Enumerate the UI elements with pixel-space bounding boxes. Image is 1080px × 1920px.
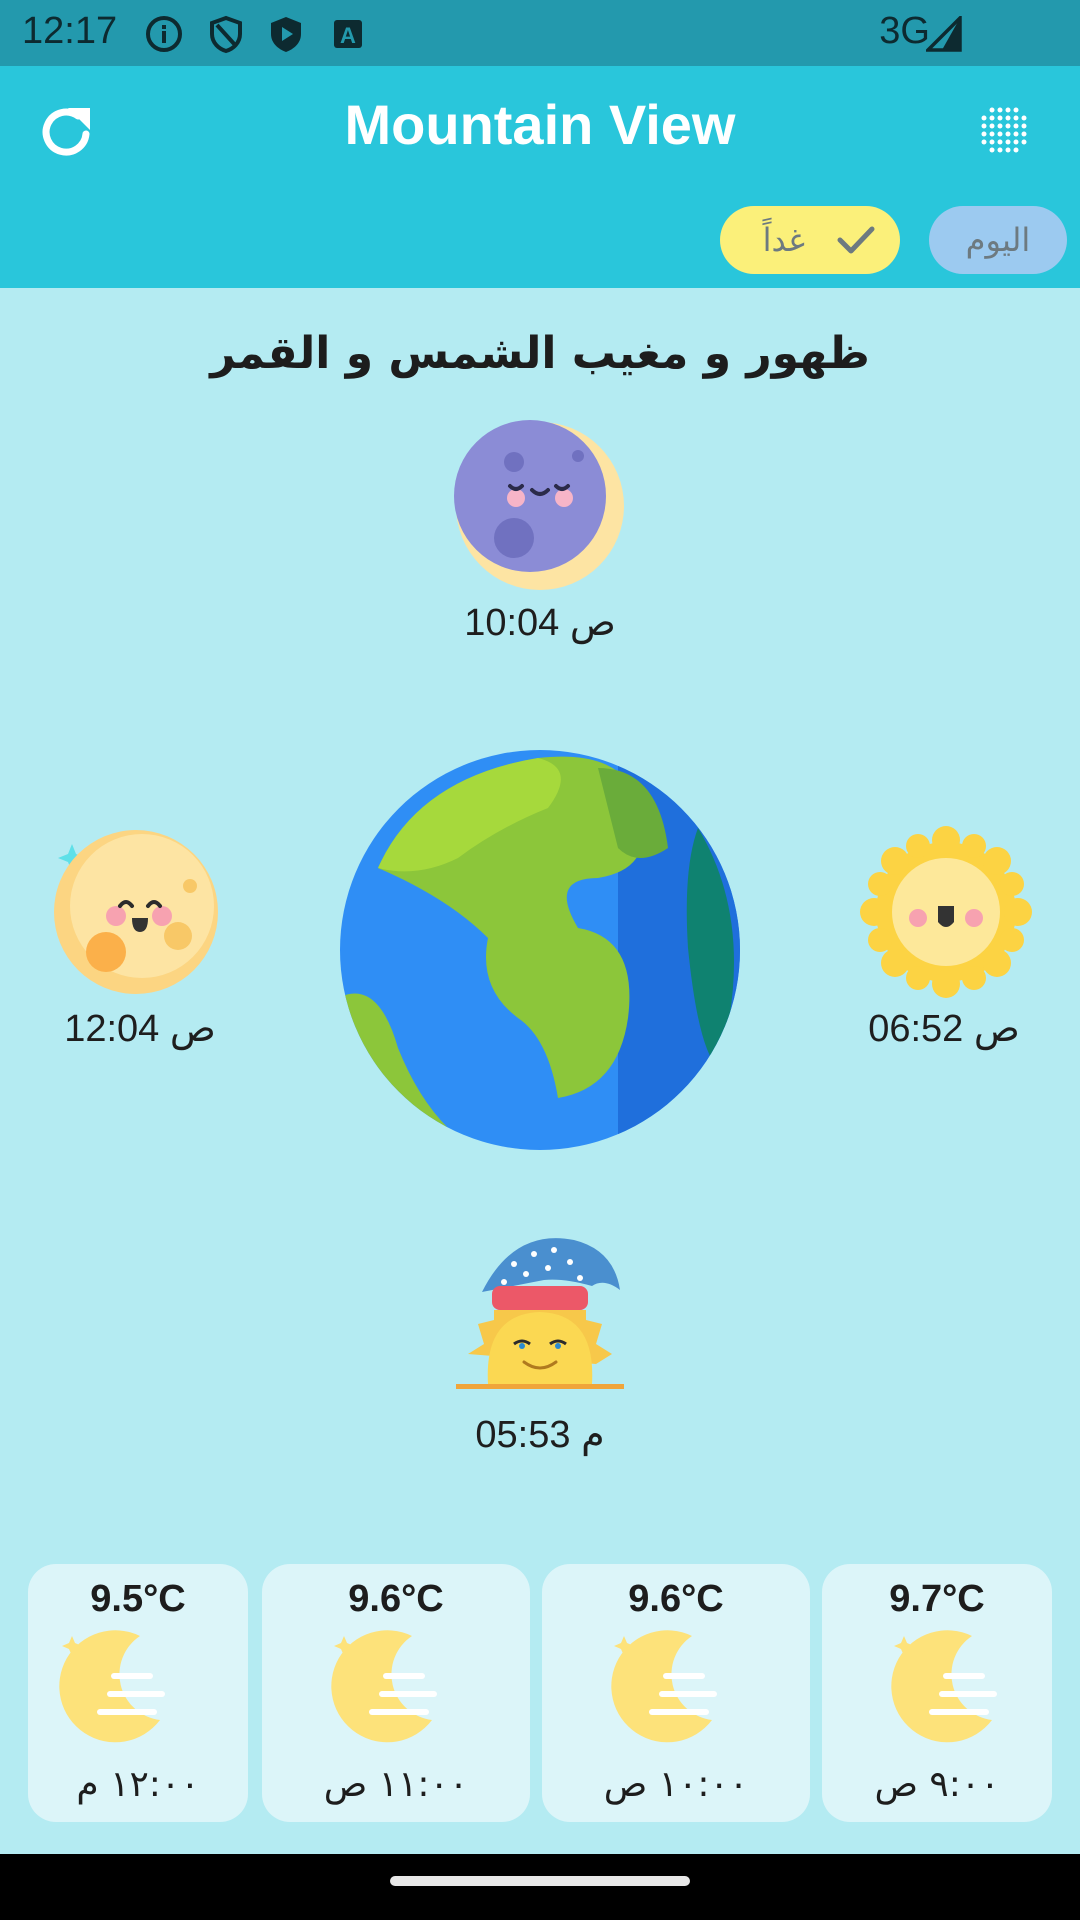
navigation-bar bbox=[0, 1854, 1080, 1920]
forecast-card[interactable]: 9.7°C ٩:٠٠ ص bbox=[822, 1564, 1052, 1822]
check-icon bbox=[837, 226, 875, 254]
sunset-time: 05:53 م bbox=[475, 1414, 605, 1456]
shield-icon bbox=[210, 15, 242, 54]
home-indicator[interactable] bbox=[390, 1876, 690, 1886]
status-time: 12:17 bbox=[22, 10, 118, 52]
forecast-time: ١١:٠٠ ص bbox=[323, 1764, 469, 1805]
night-moon-icon bbox=[59, 1630, 165, 1743]
section-title: ظهور و مغيب الشمس و القمر bbox=[210, 328, 870, 379]
earth-icon bbox=[340, 750, 740, 1150]
svg-text:A: A bbox=[340, 23, 356, 48]
night-moon-icon bbox=[331, 1630, 437, 1743]
sunrise-time: 06:52 ص bbox=[868, 1008, 1020, 1050]
app-bar: Mountain View غداً اليوم bbox=[0, 66, 1080, 288]
text-a-icon: A bbox=[334, 20, 362, 48]
tab-today[interactable]: اليوم bbox=[929, 206, 1067, 274]
forecast-temp: 9.7°C bbox=[889, 1578, 985, 1620]
sunset-sun-icon bbox=[456, 1238, 624, 1389]
forecast-temp: 9.6°C bbox=[628, 1578, 724, 1620]
play-shield-icon bbox=[271, 17, 301, 52]
forecast-card[interactable]: 9.6°C ١١:٠٠ ص bbox=[262, 1564, 530, 1822]
sunrise-sun-icon bbox=[860, 826, 1032, 998]
forecast-time: ٩:٠٠ ص bbox=[874, 1764, 1000, 1805]
moonrise-moon-icon bbox=[454, 420, 624, 590]
moonrise-time: 10:04 ص bbox=[464, 602, 616, 644]
forecast-time: ١٠:٠٠ ص bbox=[603, 1764, 749, 1805]
network-type: 3G bbox=[879, 10, 930, 52]
forecast-card[interactable]: 9.6°C ١٠:٠٠ ص bbox=[542, 1564, 810, 1822]
forecast-card[interactable]: 9.5°C ١٢:٠٠ م bbox=[28, 1564, 248, 1822]
forecast-temp: 9.6°C bbox=[348, 1578, 444, 1620]
forecast-time: ١٢:٠٠ م bbox=[76, 1764, 200, 1805]
moonset-moon-icon bbox=[54, 830, 218, 994]
signal-icon bbox=[926, 16, 962, 52]
night-moon-icon bbox=[891, 1630, 997, 1743]
page-title: Mountain View bbox=[344, 93, 736, 156]
info-icon bbox=[146, 16, 182, 52]
tab-tomorrow[interactable]: غداً bbox=[720, 206, 900, 274]
night-moon-icon bbox=[611, 1630, 717, 1743]
moonset-time: 12:04 ص bbox=[64, 1008, 216, 1050]
forecast-temp: 9.5°C bbox=[90, 1578, 186, 1620]
dot-grid-icon[interactable] bbox=[976, 102, 1032, 158]
tab-tomorrow-label: غداً bbox=[762, 221, 805, 259]
status-bar: 12:17 A 3G bbox=[0, 0, 1080, 66]
